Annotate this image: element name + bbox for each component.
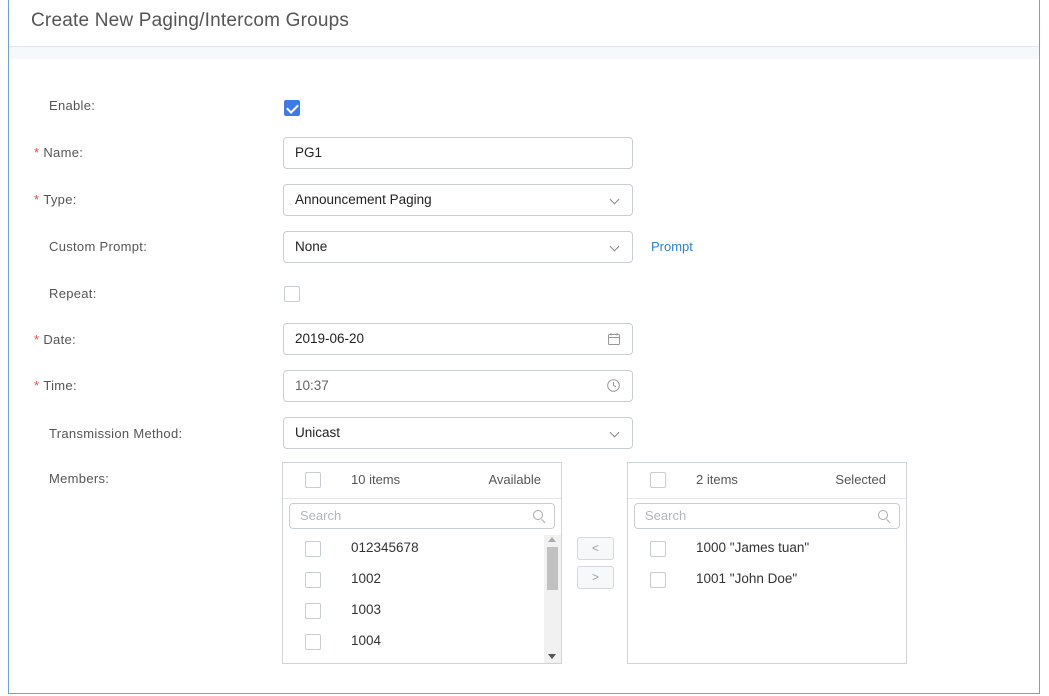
list-item[interactable]: 012345678 <box>283 534 561 565</box>
selected-count: 2 items <box>696 472 738 487</box>
custom-prompt-select[interactable]: None <box>283 231 633 263</box>
chevron-down-icon <box>609 194 620 205</box>
available-title: Available <box>488 472 541 487</box>
name-value: PG1 <box>295 145 323 160</box>
name-input[interactable]: PG1 <box>283 137 633 169</box>
list-item-label: 1004 <box>351 633 382 648</box>
repeat-label: Repeat: <box>49 286 97 301</box>
select-all-selected-checkbox[interactable] <box>650 472 666 488</box>
list-item-label: 1001 "John Doe" <box>696 571 798 586</box>
repeat-checkbox[interactable] <box>284 286 300 302</box>
required-mark: * <box>34 378 40 393</box>
selected-list-header: 2 items Selected <box>628 463 906 499</box>
date-input[interactable]: 2019-06-20 <box>283 323 633 355</box>
selected-search-input[interactable]: Search <box>634 503 900 529</box>
header-band <box>9 47 1039 59</box>
available-list-panel: 10 items Available Search 012345678 1002… <box>282 462 562 664</box>
date-value: 2019-06-20 <box>295 331 365 346</box>
move-right-button[interactable]: > <box>577 566 614 589</box>
members-label: Members: <box>49 471 110 486</box>
selected-search-placeholder: Search <box>645 508 687 523</box>
custom-prompt-label: Custom Prompt: <box>49 239 148 254</box>
transmission-value: Unicast <box>295 425 341 440</box>
scroll-up-icon[interactable] <box>548 537 556 542</box>
time-label: Time: <box>43 378 77 393</box>
calendar-icon[interactable] <box>608 333 620 345</box>
list-item[interactable]: 1002 <box>283 565 561 596</box>
custom-prompt-value: None <box>295 239 328 254</box>
time-value: 10:37 <box>295 378 329 393</box>
chevron-down-icon <box>609 241 620 252</box>
transmission-label: Transmission Method: <box>49 426 183 441</box>
list-item-label: 1000 "James tuan" <box>696 540 810 555</box>
list-item-checkbox[interactable] <box>305 541 321 557</box>
date-label: Date: <box>43 332 76 347</box>
available-count: 10 items <box>351 472 401 487</box>
scrollbar-thumb[interactable] <box>547 547 558 590</box>
date-label-row: * Date: <box>34 332 76 347</box>
selected-title: Selected <box>835 472 886 487</box>
list-item-checkbox[interactable] <box>305 603 321 619</box>
name-label-row: * Name: <box>34 145 83 160</box>
selected-list-panel: 2 items Selected Search 1000 "James tuan… <box>627 462 907 664</box>
type-label-row: * Type: <box>34 192 77 207</box>
chevron-down-icon <box>609 427 620 438</box>
list-item-label: 012345678 <box>351 540 419 555</box>
move-left-button[interactable]: < <box>577 537 614 560</box>
search-icon <box>533 510 543 520</box>
scroll-down-icon[interactable] <box>548 654 556 659</box>
list-item-checkbox[interactable] <box>305 572 321 588</box>
list-item[interactable]: 1004 <box>283 627 561 658</box>
type-label: Type: <box>43 192 77 207</box>
available-search-placeholder: Search <box>300 508 342 523</box>
time-input[interactable]: 10:37 <box>283 370 633 402</box>
list-item[interactable]: 1000 "James tuan" <box>628 534 906 565</box>
clock-icon[interactable] <box>607 379 620 392</box>
dialog-header: Create New Paging/Intercom Groups <box>9 0 1039 47</box>
list-item[interactable]: 1003 <box>283 596 561 627</box>
page-title: Create New Paging/Intercom Groups <box>31 10 350 31</box>
enable-checkbox[interactable] <box>284 100 300 116</box>
required-mark: * <box>34 332 40 347</box>
time-label-row: * Time: <box>34 378 77 393</box>
list-item-checkbox[interactable] <box>650 541 666 557</box>
available-scrollbar[interactable] <box>544 535 561 663</box>
list-item-label: 1003 <box>351 602 382 617</box>
list-item-label: 1002 <box>351 571 382 586</box>
transmission-select[interactable]: Unicast <box>283 417 633 449</box>
prompt-link[interactable]: Prompt <box>651 239 693 254</box>
required-mark: * <box>34 192 40 207</box>
available-search-input[interactable]: Search <box>289 503 555 529</box>
search-icon <box>878 510 888 520</box>
list-item[interactable]: 1001 "John Doe" <box>628 565 906 596</box>
type-select[interactable]: Announcement Paging <box>283 184 633 216</box>
list-item-checkbox[interactable] <box>305 634 321 650</box>
select-all-available-checkbox[interactable] <box>305 472 321 488</box>
enable-label: Enable: <box>49 98 96 113</box>
available-list-header: 10 items Available <box>283 463 561 499</box>
list-item-checkbox[interactable] <box>650 572 666 588</box>
type-value: Announcement Paging <box>295 192 432 207</box>
name-label: Name: <box>43 145 84 160</box>
required-mark: * <box>34 145 40 160</box>
